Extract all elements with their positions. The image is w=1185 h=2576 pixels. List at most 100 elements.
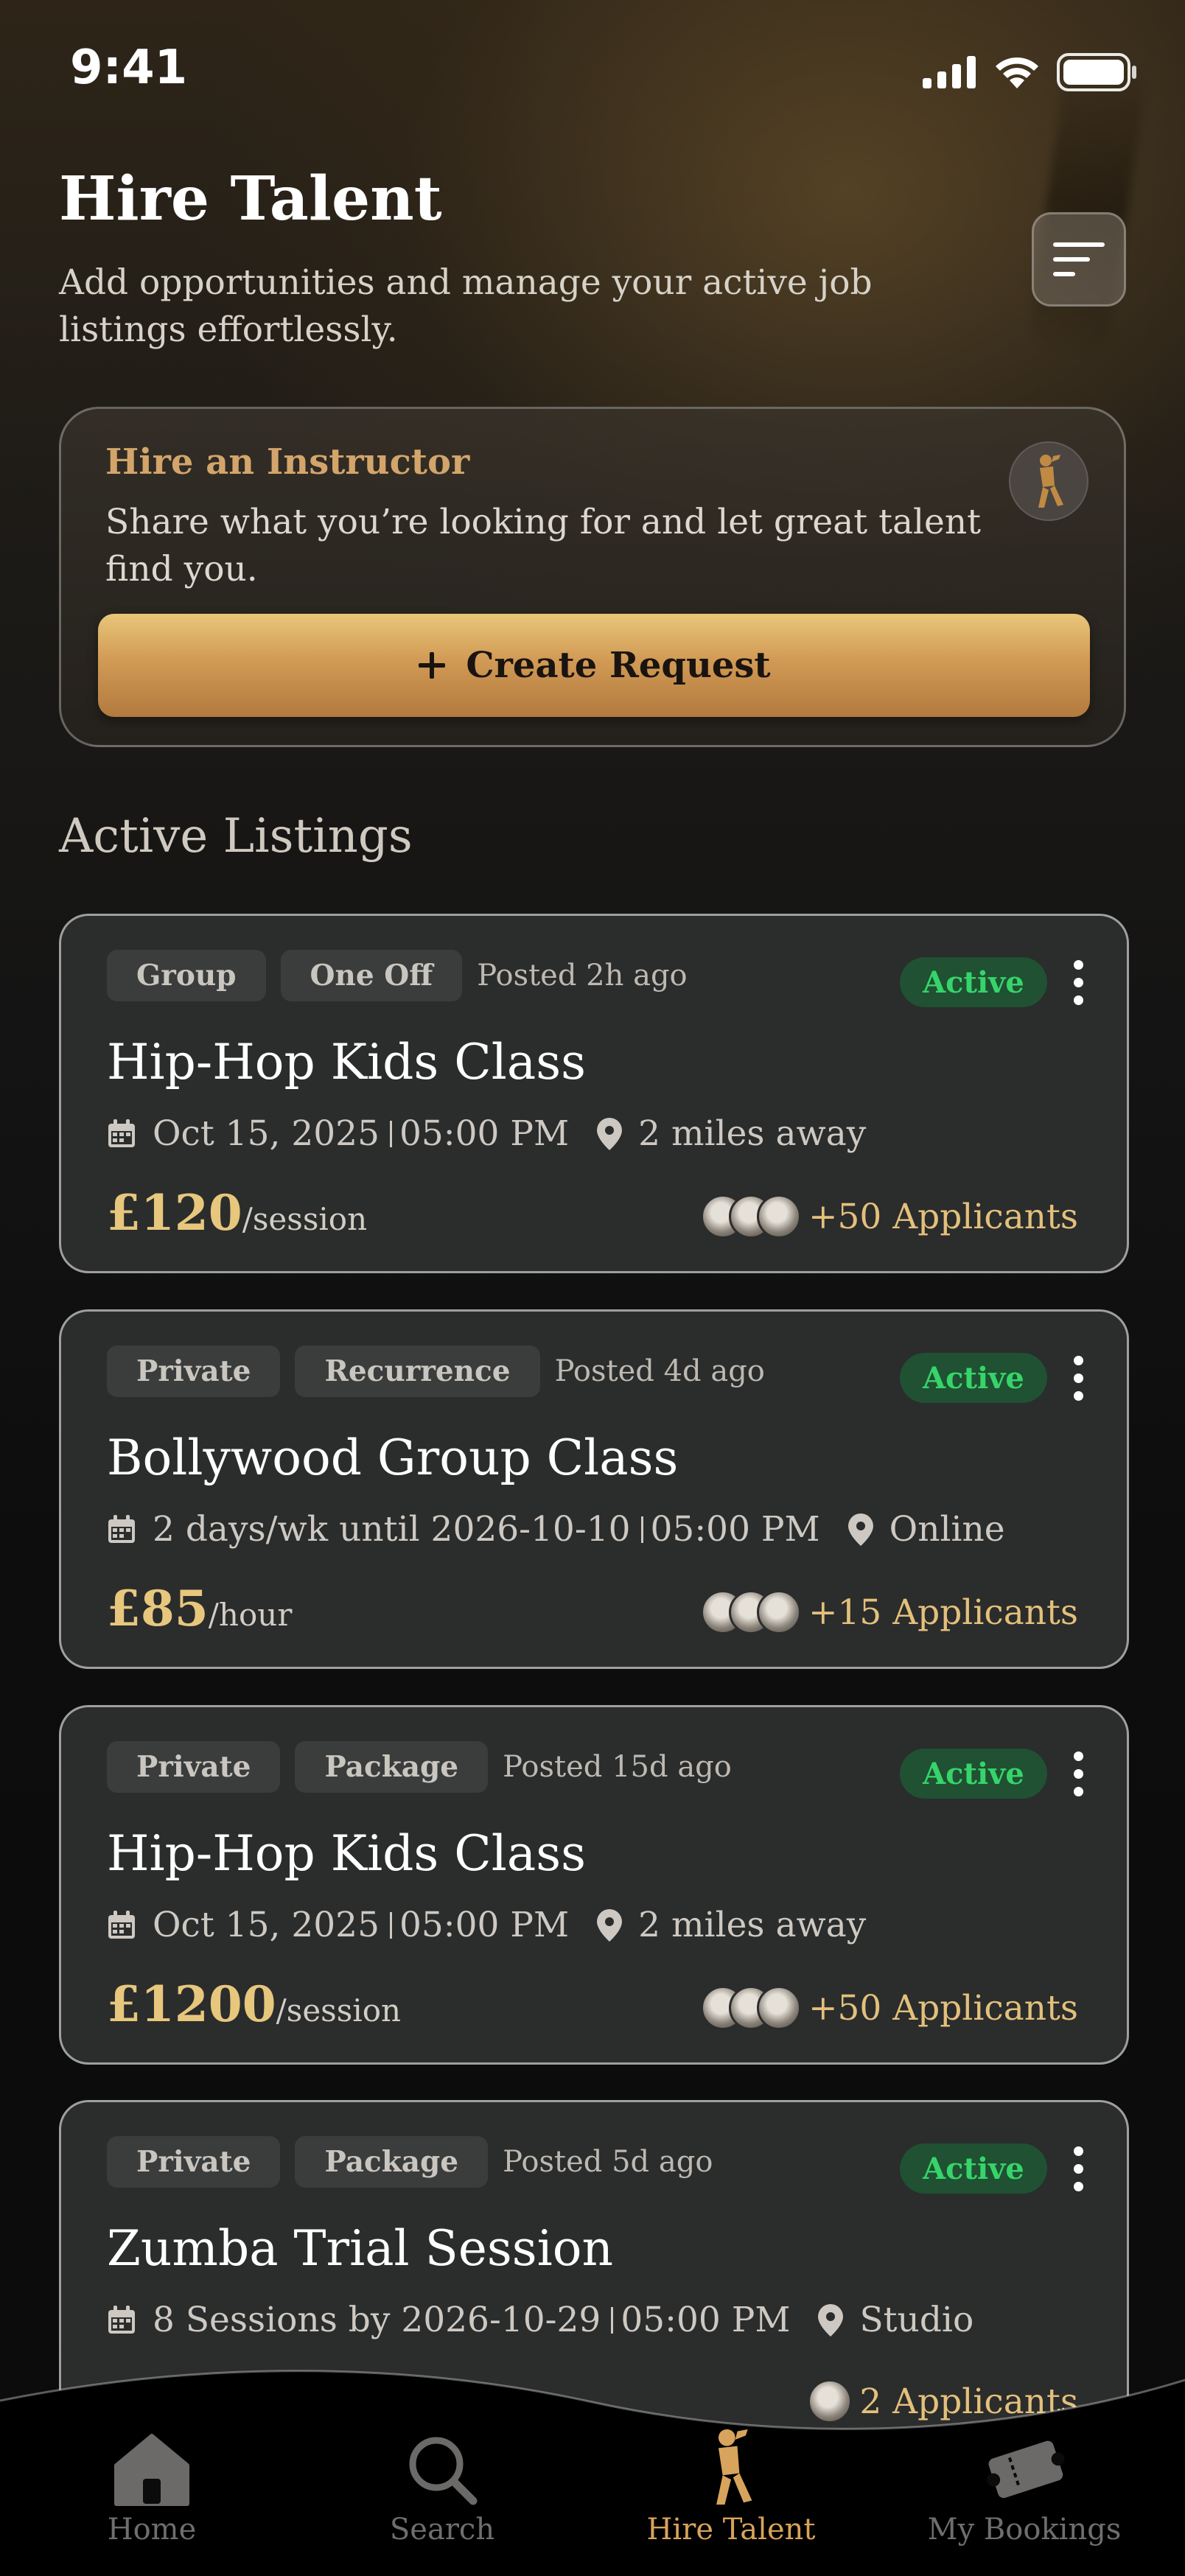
tag-chip: One Off	[280, 950, 463, 1001]
listing-title: Bollywood Group Class	[107, 1429, 679, 1486]
nav-item-home[interactable]: Home	[34, 2433, 270, 2547]
more-dot	[1073, 995, 1083, 1005]
status-badge: Active	[900, 957, 1047, 1007]
posted-time: Posted 15d ago	[503, 1750, 732, 1784]
tag-chip: Package	[295, 2136, 489, 2188]
section-title-active-listings: Active Listings	[59, 809, 413, 864]
applicants-summary[interactable]: +50 Applicants	[701, 1194, 1078, 1239]
calendar-icon	[107, 1119, 136, 1149]
plus-icon	[419, 652, 446, 679]
price-unit: /hour	[208, 1597, 293, 1633]
more-dot	[1073, 2181, 1083, 2191]
applicant-avatars	[701, 1590, 802, 1634]
nav-item-my-bookings[interactable]: My Bookings	[906, 2433, 1142, 2547]
listing-card[interactable]: Group One Off Posted 2h ago Active Hip-H…	[59, 914, 1129, 1273]
location-pin-icon	[597, 1117, 623, 1150]
listing-title: Hip-Hop Kids Class	[107, 1825, 586, 1882]
listing-price: £85 /hour	[107, 1580, 292, 1637]
price-amount: £85	[107, 1580, 209, 1637]
listing-date: Oct 15, 2025	[153, 1113, 380, 1154]
listing-card[interactable]: Private Recurrence Posted 4d ago Active …	[59, 1309, 1129, 1669]
listing-price: £120 /session	[107, 1184, 367, 1242]
calendar-icon	[107, 1910, 136, 1940]
page-title: Hire Talent	[59, 164, 442, 234]
more-dot	[1073, 959, 1083, 970]
nav-label: Home	[107, 2513, 197, 2547]
listing-tags: Private Recurrence Posted 4d ago	[107, 1345, 765, 1397]
avatar	[757, 1590, 802, 1634]
hire-card-description: Share what you’re looking for and let gr…	[105, 502, 981, 589]
tag-chip: Package	[295, 1741, 489, 1793]
listing-tags: Group One Off Posted 2h ago	[107, 950, 688, 1001]
status-badge: Active	[900, 1749, 1047, 1799]
listing-card[interactable]: Private Package Posted 15d ago Active Hi…	[59, 1705, 1129, 2065]
avatar	[757, 1194, 802, 1239]
listing-date: Oct 15, 2025	[153, 1905, 380, 1945]
listing-meta: Oct 15, 2025 05:00 PM 2 miles away	[107, 1113, 866, 1154]
tickets-icon	[987, 2440, 1065, 2499]
listing-location: 2 miles away	[638, 1113, 867, 1154]
filter-button[interactable]	[1032, 212, 1126, 307]
price-unit: /session	[242, 1201, 368, 1237]
more-options-button[interactable]	[1056, 1743, 1100, 1805]
listing-date: 8 Sessions by 2026-10-29	[153, 2300, 601, 2340]
tag-chip: Private	[107, 1345, 281, 1397]
applicants-summary[interactable]: +15 Applicants	[701, 1590, 1078, 1634]
listing-time: 05:00 PM	[650, 1509, 820, 1550]
status-badge: Active	[900, 1353, 1047, 1403]
nav-item-hire-talent[interactable]: Hire Talent	[613, 2427, 849, 2547]
hire-instructor-card: Hire an Instructor Share what you’re loo…	[59, 407, 1126, 747]
more-options-button[interactable]	[1056, 951, 1100, 1013]
listing-location: 2 miles away	[638, 1905, 867, 1945]
hire-card-title: Hire an Instructor	[105, 441, 470, 483]
more-options-button[interactable]	[1056, 1347, 1100, 1409]
location-pin-icon	[597, 1908, 623, 1942]
filter-lines-icon	[1053, 242, 1105, 276]
more-dot	[1073, 1373, 1083, 1383]
more-dot	[1073, 2146, 1083, 2156]
listing-meta: 8 Sessions by 2026-10-29 05:00 PM Studio	[107, 2300, 973, 2340]
nav-item-search[interactable]: Search	[324, 2433, 560, 2547]
nav-label: Hire Talent	[646, 2513, 816, 2547]
posted-time: Posted 5d ago	[503, 2145, 713, 2179]
listing-tags: Private Package Posted 5d ago	[107, 2136, 713, 2188]
divider	[389, 1911, 392, 1939]
more-dot	[1073, 1390, 1083, 1401]
create-request-button[interactable]: Create Request	[98, 614, 1090, 717]
tag-chip: Private	[107, 1741, 281, 1793]
more-dot	[1073, 1751, 1083, 1761]
applicant-avatars	[701, 1194, 802, 1239]
create-request-label: Create Request	[466, 645, 771, 686]
applicants-count: +50 Applicants	[808, 1987, 1078, 2029]
applicants-summary[interactable]: +50 Applicants	[701, 1986, 1078, 2030]
nav-label: My Bookings	[927, 2513, 1122, 2547]
posted-time: Posted 4d ago	[554, 1354, 765, 1388]
nav-label: Search	[389, 2513, 495, 2547]
wifi-icon	[996, 57, 1038, 88]
status-icons	[923, 53, 1138, 91]
listing-time: 05:00 PM	[399, 1905, 570, 1945]
divider	[389, 1120, 392, 1147]
more-options-button[interactable]	[1056, 2138, 1100, 2199]
instructor-avatar	[1009, 441, 1088, 521]
listing-time: 05:00 PM	[399, 1113, 570, 1154]
tag-chip: Recurrence	[295, 1345, 540, 1397]
calendar-icon	[107, 2305, 136, 2335]
more-dot	[1073, 1786, 1083, 1796]
listing-meta: Oct 15, 2025 05:00 PM 2 miles away	[107, 1905, 866, 1945]
more-dot	[1073, 2163, 1083, 2174]
price-unit: /session	[276, 1992, 402, 2029]
listing-time: 05:00 PM	[621, 2300, 791, 2340]
avatar	[757, 1986, 802, 2030]
tag-chip: Group	[107, 950, 266, 1001]
price-amount: £120	[107, 1184, 242, 1242]
more-dot	[1073, 977, 1083, 987]
tag-chip: Private	[107, 2136, 281, 2188]
status-time: 9:41	[70, 41, 188, 95]
calendar-icon	[107, 1514, 136, 1544]
divider	[611, 2306, 614, 2334]
status-bar: 9:41	[0, 0, 1185, 140]
home-icon	[114, 2434, 189, 2506]
listing-title: Zumba Trial Session	[107, 2220, 614, 2277]
listing-tags: Private Package Posted 15d ago	[107, 1741, 732, 1793]
